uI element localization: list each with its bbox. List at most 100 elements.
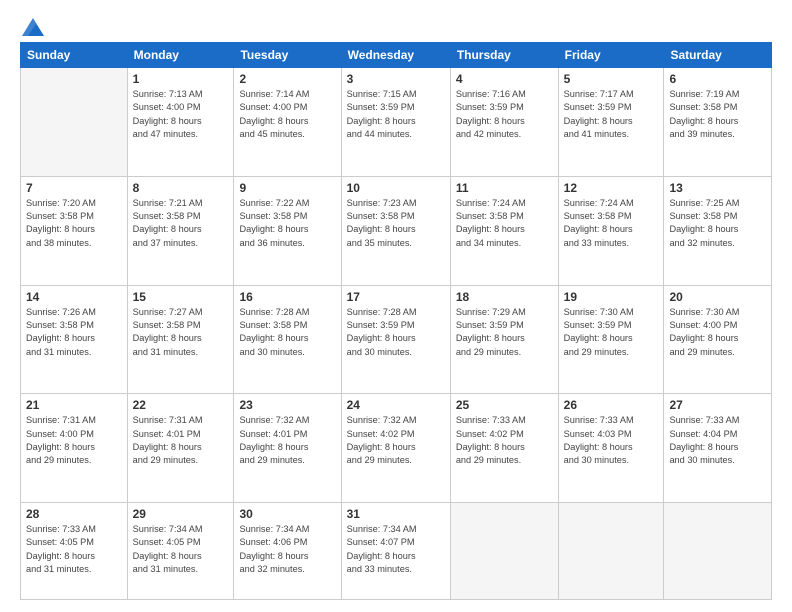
calendar-body: 1 Sunrise: 7:13 AMSunset: 4:00 PMDaylight… — [21, 68, 772, 600]
calendar-cell: 25 Sunrise: 7:33 AMSunset: 4:02 PMDayligh… — [450, 394, 558, 503]
weekday-tuesday: Tuesday — [234, 43, 341, 68]
week-row-5: 28 Sunrise: 7:33 AMSunset: 4:05 PMDayligh… — [21, 503, 772, 600]
calendar-cell: 6Sunrise: 7:19 AMSunset: 3:58 PMDaylight… — [664, 68, 772, 177]
calendar-cell: 1 Sunrise: 7:13 AMSunset: 4:00 PMDaylight… — [127, 68, 234, 177]
calendar-cell: 26 Sunrise: 7:33 AMSunset: 4:03 PMDayligh… — [558, 394, 664, 503]
day-number: 7 — [26, 181, 122, 195]
day-info: Sunrise: 7:30 AMSunset: 4:00 PMDaylight:… — [669, 306, 766, 359]
day-number: 28 — [26, 507, 122, 521]
calendar-cell: 8 Sunrise: 7:21 AMSunset: 3:58 PMDaylight… — [127, 176, 234, 285]
calendar-cell: 4 Sunrise: 7:16 AMSunset: 3:59 PMDaylight… — [450, 68, 558, 177]
day-number: 15 — [133, 290, 229, 304]
day-number: 29 — [133, 507, 229, 521]
calendar-cell: 11 Sunrise: 7:24 AMSunset: 3:58 PMDayligh… — [450, 176, 558, 285]
day-number: 8 — [133, 181, 229, 195]
calendar-cell: 23Sunrise: 7:32 AMSunset: 4:01 PMDayligh… — [234, 394, 341, 503]
day-number: 3 — [347, 72, 445, 86]
day-number: 26 — [564, 398, 659, 412]
calendar-cell: 29 Sunrise: 7:34 AMSunset: 4:05 PMDayligh… — [127, 503, 234, 600]
week-row-4: 21 Sunrise: 7:31 AMSunset: 4:00 PMDayligh… — [21, 394, 772, 503]
weekday-thursday: Thursday — [450, 43, 558, 68]
day-info: Sunrise: 7:20 AMSunset: 3:58 PMDaylight:… — [26, 197, 122, 250]
calendar-cell: 31 Sunrise: 7:34 AMSunset: 4:07 PMDayligh… — [341, 503, 450, 600]
calendar-cell: 16 Sunrise: 7:28 AMSunset: 3:58 PMDayligh… — [234, 285, 341, 394]
day-info: Sunrise: 7:29 AMSunset: 3:59 PMDaylight:… — [456, 306, 553, 359]
calendar-cell: 9 Sunrise: 7:22 AMSunset: 3:58 PMDaylight… — [234, 176, 341, 285]
week-row-2: 7 Sunrise: 7:20 AMSunset: 3:58 PMDaylight… — [21, 176, 772, 285]
day-info: Sunrise: 7:31 AMSunset: 4:01 PMDaylight:… — [133, 414, 229, 467]
day-info: Sunrise: 7:28 AMSunset: 3:58 PMDaylight:… — [239, 306, 335, 359]
weekday-wednesday: Wednesday — [341, 43, 450, 68]
weekday-header-row: SundayMondayTuesdayWednesdayThursdayFrid… — [21, 43, 772, 68]
day-info: Sunrise: 7:24 AMSunset: 3:58 PMDaylight:… — [564, 197, 659, 250]
day-number: 6 — [669, 72, 766, 86]
day-info: Sunrise: 7:33 AMSunset: 4:05 PMDaylight:… — [26, 523, 122, 576]
day-number: 2 — [239, 72, 335, 86]
day-info: Sunrise: 7:34 AMSunset: 4:05 PMDaylight:… — [133, 523, 229, 576]
day-number: 24 — [347, 398, 445, 412]
day-info: Sunrise: 7:31 AMSunset: 4:00 PMDaylight:… — [26, 414, 122, 467]
day-info: Sunrise: 7:30 AMSunset: 3:59 PMDaylight:… — [564, 306, 659, 359]
day-number: 22 — [133, 398, 229, 412]
day-number: 21 — [26, 398, 122, 412]
day-number: 30 — [239, 507, 335, 521]
calendar-cell — [450, 503, 558, 600]
day-info: Sunrise: 7:34 AMSunset: 4:07 PMDaylight:… — [347, 523, 445, 576]
day-number: 9 — [239, 181, 335, 195]
calendar-cell: 30 Sunrise: 7:34 AMSunset: 4:06 PMDayligh… — [234, 503, 341, 600]
day-number: 4 — [456, 72, 553, 86]
calendar: SundayMondayTuesdayWednesdayThursdayFrid… — [20, 42, 772, 600]
day-number: 20 — [669, 290, 766, 304]
day-number: 23 — [239, 398, 335, 412]
day-number: 14 — [26, 290, 122, 304]
calendar-cell: 13 Sunrise: 7:25 AMSunset: 3:58 PMDayligh… — [664, 176, 772, 285]
day-info: Sunrise: 7:33 AMSunset: 4:03 PMDaylight:… — [564, 414, 659, 467]
calendar-cell: 2 Sunrise: 7:14 AMSunset: 4:00 PMDaylight… — [234, 68, 341, 177]
day-number: 1 — [133, 72, 229, 86]
header — [20, 18, 772, 32]
day-info: Sunrise: 7:24 AMSunset: 3:58 PMDaylight:… — [456, 197, 553, 250]
day-number: 16 — [239, 290, 335, 304]
day-info: Sunrise: 7:15 AMSunset: 3:59 PMDaylight:… — [347, 88, 445, 141]
calendar-cell: 10 Sunrise: 7:23 AMSunset: 3:58 PMDayligh… — [341, 176, 450, 285]
day-number: 5 — [564, 72, 659, 86]
day-number: 18 — [456, 290, 553, 304]
day-number: 19 — [564, 290, 659, 304]
calendar-cell: 12 Sunrise: 7:24 AMSunset: 3:58 PMDayligh… — [558, 176, 664, 285]
calendar-cell: 28 Sunrise: 7:33 AMSunset: 4:05 PMDayligh… — [21, 503, 128, 600]
day-info: Sunrise: 7:13 AMSunset: 4:00 PMDaylight:… — [133, 88, 229, 141]
day-info: Sunrise: 7:25 AMSunset: 3:58 PMDaylight:… — [669, 197, 766, 250]
calendar-cell — [21, 68, 128, 177]
day-info: Sunrise: 7:22 AMSunset: 3:58 PMDaylight:… — [239, 197, 335, 250]
calendar-cell: 15 Sunrise: 7:27 AMSunset: 3:58 PMDayligh… — [127, 285, 234, 394]
calendar-cell: 3 Sunrise: 7:15 AMSunset: 3:59 PMDaylight… — [341, 68, 450, 177]
day-info: Sunrise: 7:34 AMSunset: 4:06 PMDaylight:… — [239, 523, 335, 576]
calendar-cell: 21 Sunrise: 7:31 AMSunset: 4:00 PMDayligh… — [21, 394, 128, 503]
day-number: 10 — [347, 181, 445, 195]
day-info: Sunrise: 7:16 AMSunset: 3:59 PMDaylight:… — [456, 88, 553, 141]
day-info: Sunrise: 7:27 AMSunset: 3:58 PMDaylight:… — [133, 306, 229, 359]
day-info: Sunrise: 7:33 AMSunset: 4:04 PMDaylight:… — [669, 414, 766, 467]
day-number: 31 — [347, 507, 445, 521]
calendar-cell: 24Sunrise: 7:32 AMSunset: 4:02 PMDayligh… — [341, 394, 450, 503]
day-number: 27 — [669, 398, 766, 412]
day-number: 13 — [669, 181, 766, 195]
day-info: Sunrise: 7:26 AMSunset: 3:58 PMDaylight:… — [26, 306, 122, 359]
day-number: 12 — [564, 181, 659, 195]
calendar-cell: 18 Sunrise: 7:29 AMSunset: 3:59 PMDayligh… — [450, 285, 558, 394]
weekday-saturday: Saturday — [664, 43, 772, 68]
day-number: 25 — [456, 398, 553, 412]
weekday-friday: Friday — [558, 43, 664, 68]
calendar-cell — [664, 503, 772, 600]
day-info: Sunrise: 7:14 AMSunset: 4:00 PMDaylight:… — [239, 88, 335, 141]
week-row-1: 1 Sunrise: 7:13 AMSunset: 4:00 PMDaylight… — [21, 68, 772, 177]
day-info: Sunrise: 7:33 AMSunset: 4:02 PMDaylight:… — [456, 414, 553, 467]
day-info: Sunrise: 7:23 AMSunset: 3:58 PMDaylight:… — [347, 197, 445, 250]
day-number: 11 — [456, 181, 553, 195]
calendar-cell: 20 Sunrise: 7:30 AMSunset: 4:00 PMDayligh… — [664, 285, 772, 394]
day-number: 17 — [347, 290, 445, 304]
day-info: Sunrise: 7:21 AMSunset: 3:58 PMDaylight:… — [133, 197, 229, 250]
week-row-3: 14 Sunrise: 7:26 AMSunset: 3:58 PMDayligh… — [21, 285, 772, 394]
weekday-monday: Monday — [127, 43, 234, 68]
calendar-cell: 17Sunrise: 7:28 AMSunset: 3:59 PMDayligh… — [341, 285, 450, 394]
